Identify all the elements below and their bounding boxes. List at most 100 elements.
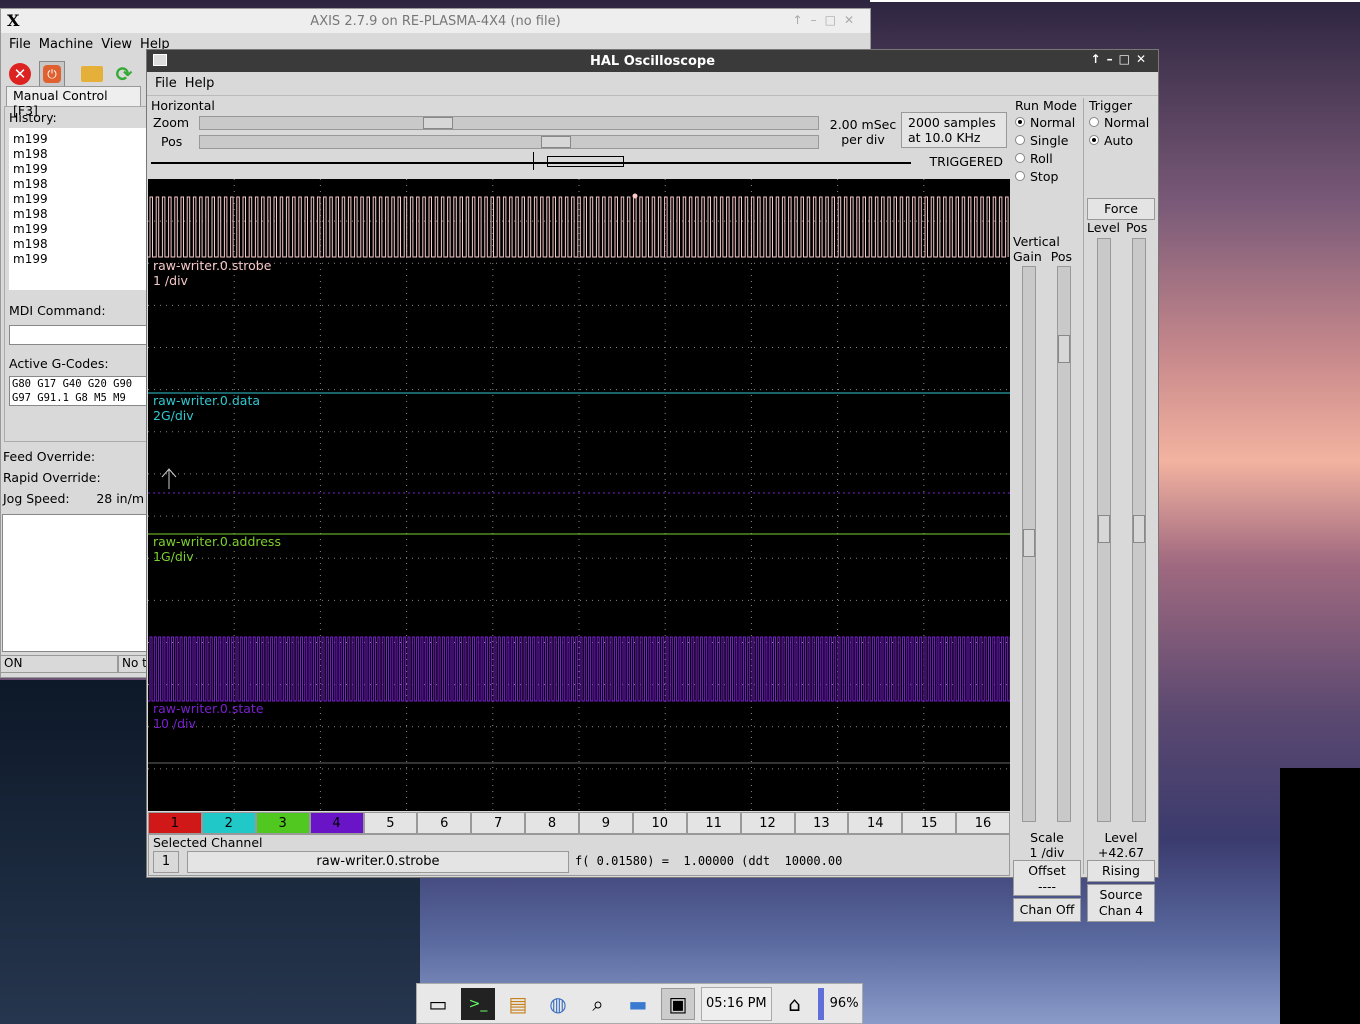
samples-button[interactable]: 2000 samples at 10.0 KHz xyxy=(901,112,1007,148)
power-button[interactable]: ⏻ xyxy=(39,61,65,87)
battery-icon xyxy=(817,987,824,1020)
channel-button-6[interactable]: 6 xyxy=(417,812,472,834)
trigger-level-slider[interactable] xyxy=(1097,238,1111,822)
channel-button-13[interactable]: 13 xyxy=(794,812,849,834)
channel-label-1: raw-writer.0.strobe 1 /div xyxy=(153,258,271,288)
power-icon: ⏻ xyxy=(43,65,61,83)
trigger-pos-thumb[interactable] xyxy=(1133,515,1145,543)
channel-button-10[interactable]: 10 xyxy=(632,812,687,834)
zoom-label: Zoom xyxy=(153,115,190,130)
pos-label: Pos xyxy=(161,134,183,149)
channel-4-name: raw-writer.0.state xyxy=(153,701,264,716)
gain-thumb[interactable] xyxy=(1023,529,1035,557)
network-icon[interactable]: ⌂ xyxy=(778,988,812,1020)
axis-titlebar[interactable]: X AXIS 2.7.9 on RE-PLASMA-4X4 (no file) … xyxy=(1,9,870,33)
channel-button-16[interactable]: 16 xyxy=(956,812,1010,834)
list-item[interactable]: m199 xyxy=(13,132,147,147)
channel-button-3[interactable]: 3 xyxy=(255,812,310,834)
chan-off-button[interactable]: Chan Off xyxy=(1013,898,1081,922)
channel-button-15[interactable]: 15 xyxy=(902,812,957,834)
halscope-task-icon[interactable]: ▣ xyxy=(661,987,695,1020)
axis-preview-area[interactable] xyxy=(2,514,147,652)
estop-button[interactable]: ✕ xyxy=(7,61,33,87)
file-cabinet-icon[interactable]: ▤ xyxy=(501,988,535,1020)
record-track xyxy=(151,162,911,164)
list-item[interactable]: m199 xyxy=(13,252,147,267)
list-item[interactable]: m199 xyxy=(13,192,147,207)
channel-button-9[interactable]: 9 xyxy=(579,812,633,834)
trigger-point xyxy=(632,193,638,199)
source-button[interactable]: Source Chan 4 xyxy=(1087,884,1155,922)
list-item[interactable]: m199 xyxy=(13,222,147,237)
run-stop-radio[interactable]: Stop xyxy=(1015,167,1077,185)
battery-percent: 96% xyxy=(829,996,859,1011)
trigger-level-thumb[interactable] xyxy=(1098,515,1110,543)
force-button[interactable]: Force xyxy=(1087,198,1155,220)
channel-button-5[interactable]: 5 xyxy=(363,812,418,834)
list-item[interactable]: m199 xyxy=(13,162,147,177)
display-window-marker[interactable] xyxy=(547,156,624,167)
globe-icon[interactable]: ◍ xyxy=(541,988,575,1020)
folder-icon[interactable]: ▬ xyxy=(621,988,655,1020)
reload-button[interactable]: ⟳ xyxy=(111,61,137,87)
tab-manual-control[interactable]: Manual Control [F3] xyxy=(6,86,141,118)
channel-button-11[interactable]: 11 xyxy=(686,812,741,834)
vpos-thumb[interactable] xyxy=(1058,335,1070,363)
pos-slider-thumb[interactable] xyxy=(541,136,572,148)
halscope-window-buttons[interactable]: ↑–□✕ xyxy=(1091,52,1152,66)
scope-display[interactable]: raw-writer.0.strobe 1 /div raw-writer.0.… xyxy=(148,179,1010,811)
msec-value: 2.00 mSec xyxy=(829,117,897,132)
open-file-button[interactable] xyxy=(79,61,105,87)
status-tool: No t xyxy=(118,655,147,673)
rate-value: at 10.0 KHz xyxy=(908,130,981,145)
list-item[interactable]: m198 xyxy=(13,147,147,162)
run-roll-radio[interactable]: Roll xyxy=(1015,149,1077,167)
channel-button-1[interactable]: 1 xyxy=(148,812,202,834)
trigger-normal-label: Normal xyxy=(1104,114,1150,130)
run-stop-label: Stop xyxy=(1030,168,1059,184)
trigger-auto-radio[interactable]: Auto xyxy=(1089,131,1149,149)
zoom-slider[interactable] xyxy=(199,116,819,130)
run-normal-radio[interactable]: Normal xyxy=(1015,113,1077,131)
list-item[interactable]: m198 xyxy=(13,177,147,192)
channel-button-14[interactable]: 14 xyxy=(848,812,903,834)
zoom-slider-thumb[interactable] xyxy=(423,117,454,129)
list-item[interactable]: m198 xyxy=(13,207,147,222)
list-item[interactable]: m198 xyxy=(13,237,147,252)
run-single-radio[interactable]: Single xyxy=(1015,131,1077,149)
x-logo-icon: X xyxy=(7,11,20,30)
channel-button-8[interactable]: 8 xyxy=(525,812,579,834)
axis-menu-view[interactable]: View xyxy=(97,37,136,52)
halscope-titlebar[interactable]: HAL Oscilloscope ↑–□✕ xyxy=(147,50,1158,72)
axis-menu-machine[interactable]: Machine xyxy=(35,37,97,52)
channel-button-2[interactable]: 2 xyxy=(201,812,256,834)
hal-menu-help[interactable]: Help xyxy=(181,76,219,91)
search-icon[interactable]: ⌕ xyxy=(581,988,615,1020)
history-list[interactable]: m199 m198 m199 m198 m199 m198 m199 m198 … xyxy=(9,128,151,290)
channel-button-4[interactable]: 4 xyxy=(309,812,364,834)
terminal-icon[interactable]: >_ xyxy=(461,987,495,1020)
trigger-marker xyxy=(533,152,534,170)
gain-slider[interactable] xyxy=(1022,266,1036,822)
selected-channel-label: Selected Channel xyxy=(153,835,263,850)
trigger-status: TRIGGERED xyxy=(929,154,1004,169)
source-value: Chan 4 xyxy=(1098,903,1144,918)
hal-menu-file[interactable]: File xyxy=(151,76,181,91)
channel-button-12[interactable]: 12 xyxy=(740,812,795,834)
pos-slider[interactable] xyxy=(199,135,819,149)
mdi-input[interactable] xyxy=(9,325,149,345)
level-value: +42.67 xyxy=(1097,845,1145,860)
desktop-icon[interactable]: ▭ xyxy=(421,988,455,1020)
axis-menu-file[interactable]: File xyxy=(5,37,35,52)
axis-window-buttons[interactable]: ↑–□✕ xyxy=(793,13,862,27)
trigger-normal-radio[interactable]: Normal xyxy=(1089,113,1149,131)
halscope-window: HAL Oscilloscope ↑–□✕ File Help Horizont… xyxy=(146,49,1159,922)
selected-channel-name-button[interactable]: raw-writer.0.strobe xyxy=(187,851,569,873)
channel-button-7[interactable]: 7 xyxy=(471,812,526,834)
offset-button[interactable]: Offset ---- xyxy=(1013,860,1081,896)
trigger-pos-slider[interactable] xyxy=(1132,238,1146,822)
axis-title: AXIS 2.7.9 on RE-PLASMA-4X4 (no file) xyxy=(310,13,561,29)
desktop-strip xyxy=(870,0,1360,2)
rising-button[interactable]: Rising xyxy=(1087,860,1155,882)
vpos-slider[interactable] xyxy=(1057,266,1071,822)
